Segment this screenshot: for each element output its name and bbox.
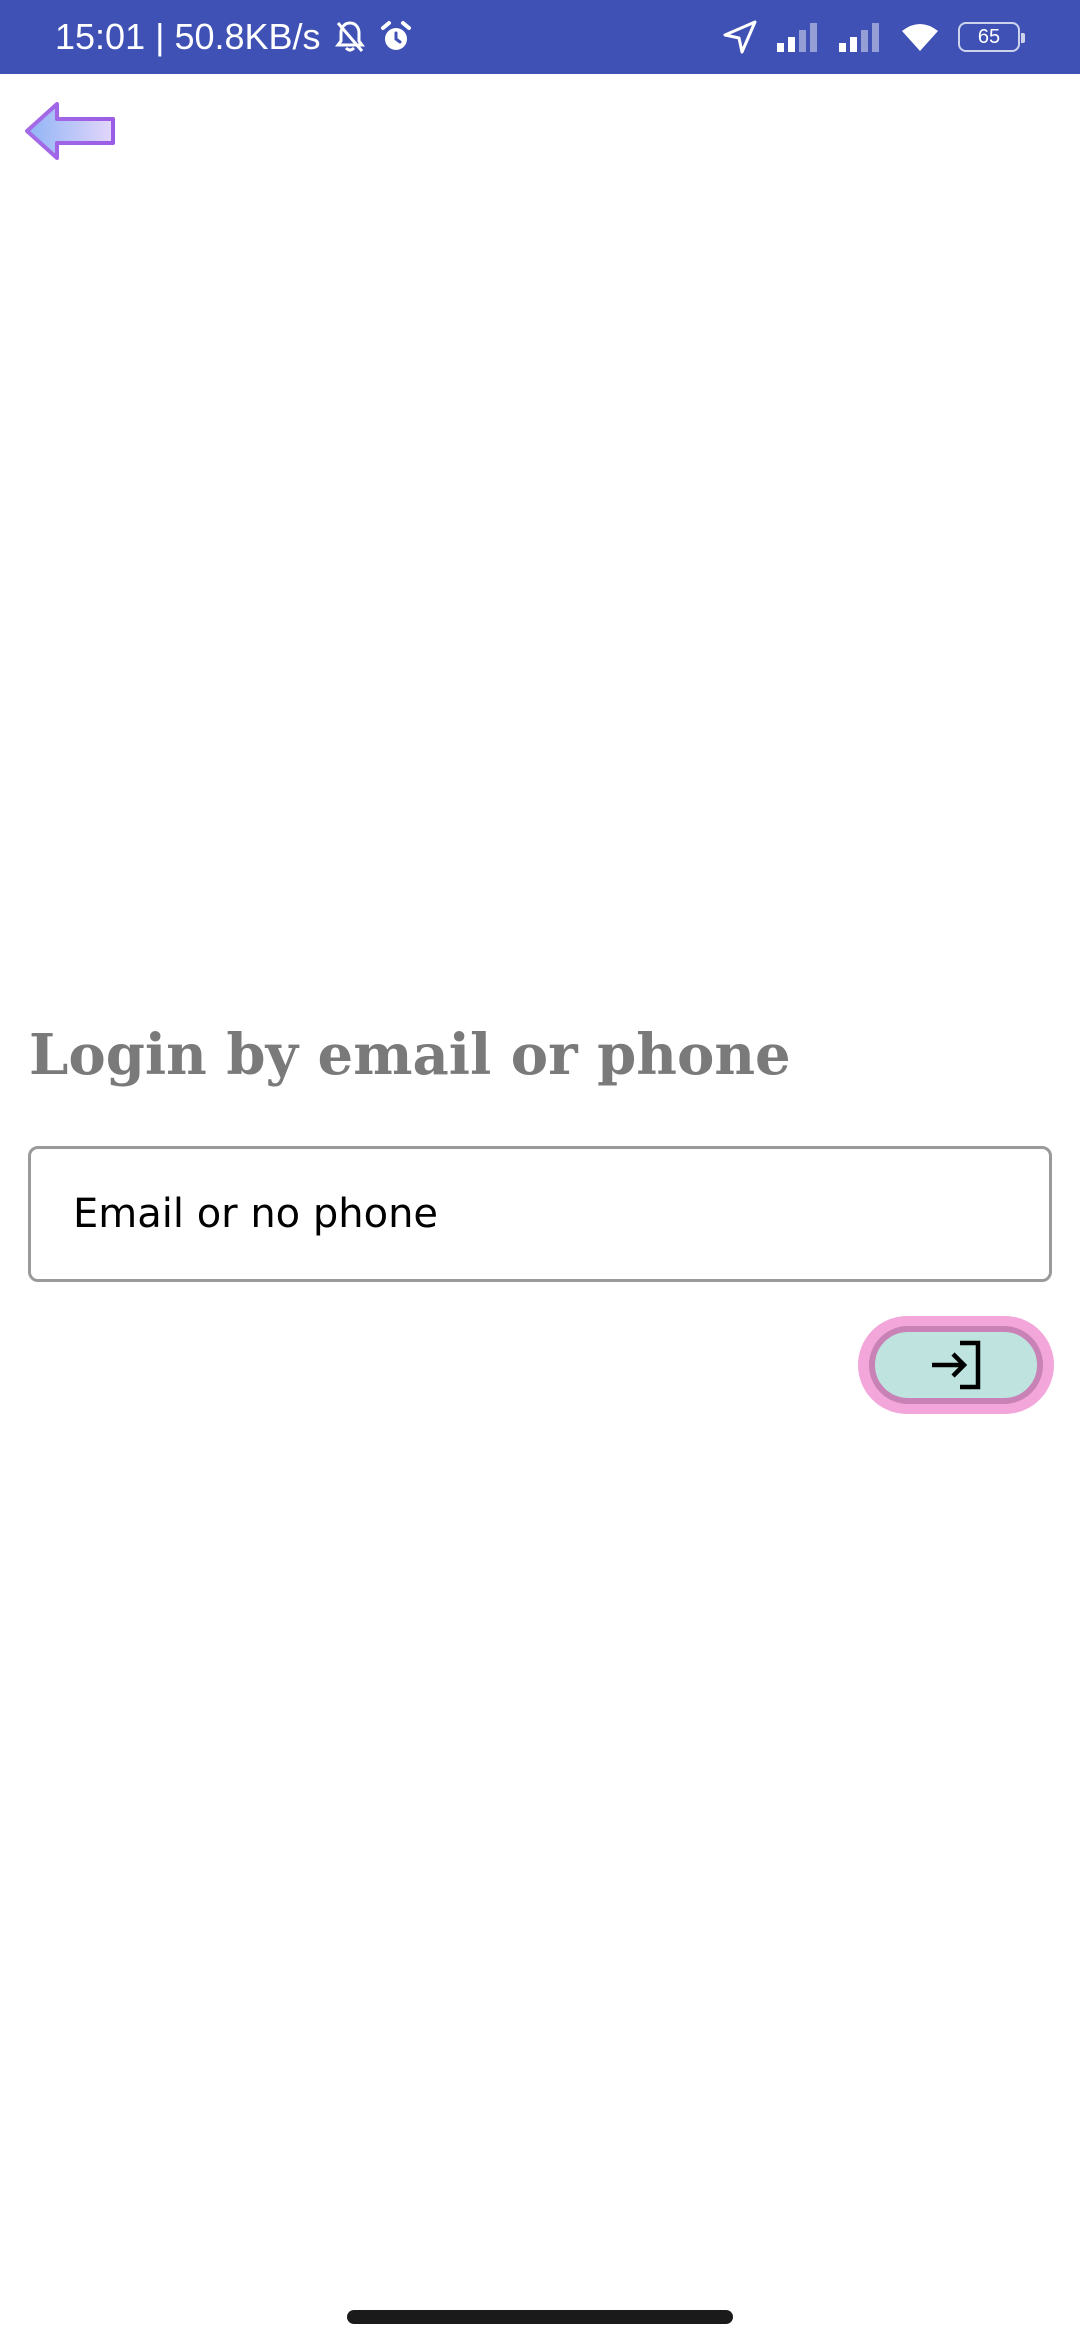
login-submit-button[interactable] [858, 1316, 1054, 1414]
signal-icon [838, 21, 882, 53]
status-left: 15:01 | 50.8KB/s [55, 0, 413, 74]
login-submit-inner [869, 1326, 1043, 1404]
email-phone-input[interactable] [73, 1149, 1013, 1279]
back-button[interactable] [20, 96, 120, 166]
arrow-left-icon [25, 102, 115, 160]
home-indicator[interactable] [347, 2310, 733, 2324]
status-right: 65 [722, 0, 1025, 74]
signal-icon [776, 21, 820, 53]
alarm-icon [379, 20, 413, 54]
status-time-speed: 15:01 | 50.8KB/s [55, 16, 321, 57]
login-title: Login by email or phone [29, 1022, 791, 1088]
wifi-icon [900, 21, 940, 53]
login-icon [932, 1340, 981, 1390]
bell-off-icon [334, 20, 365, 54]
login-screen: 15:01 | 50.8KB/s 65 Login by email or ph… [0, 0, 1080, 2340]
status-bar: 15:01 | 50.8KB/s 65 [0, 0, 1080, 74]
battery-icon: 65 [958, 22, 1025, 52]
email-phone-field[interactable] [28, 1146, 1052, 1282]
location-arrow-icon [722, 19, 758, 55]
